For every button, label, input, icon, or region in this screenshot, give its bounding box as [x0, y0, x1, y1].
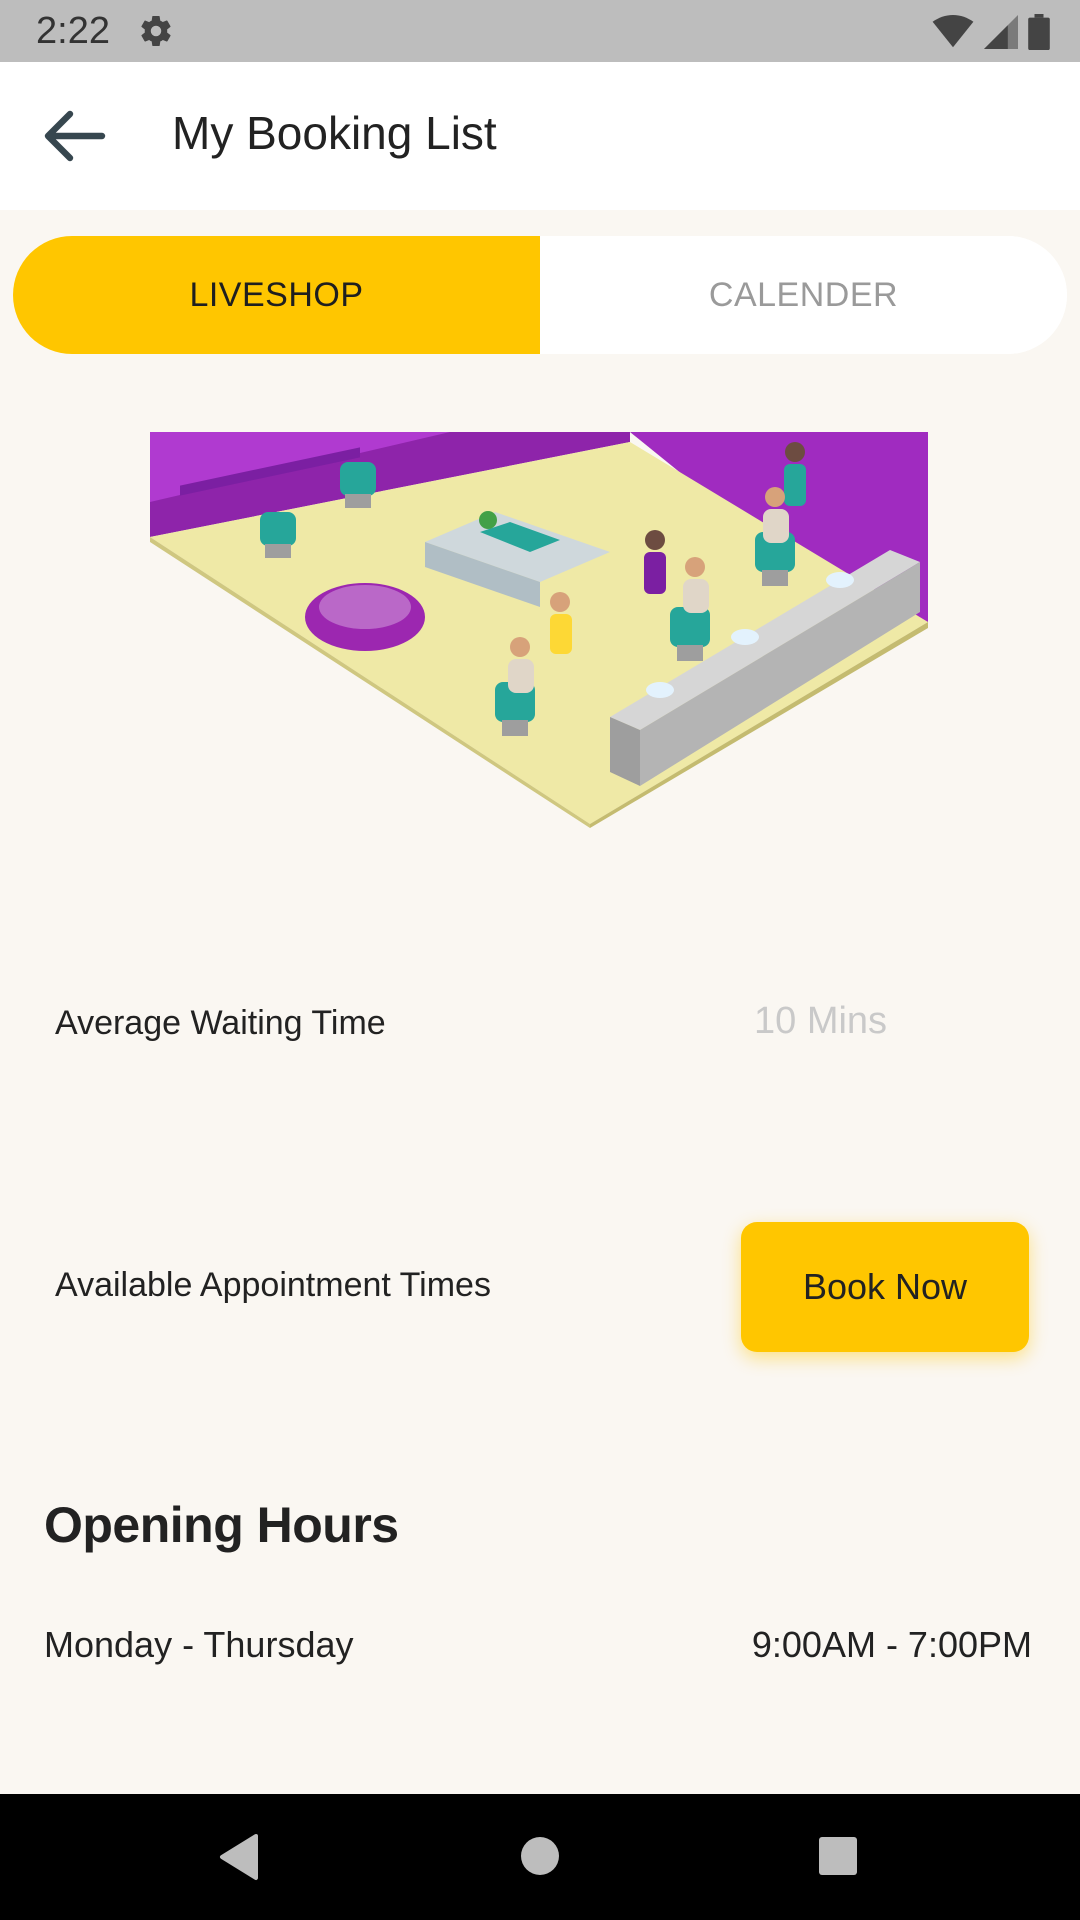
recents-square-icon[interactable] — [818, 1836, 858, 1876]
book-now-button[interactable]: Book Now — [741, 1222, 1029, 1352]
barbershop-illustration — [150, 432, 928, 828]
tab-calender[interactable]: CALENDER — [540, 236, 1067, 354]
appointment-times-label: Available Appointment Times — [55, 1266, 491, 1304]
status-icons — [932, 14, 1050, 50]
hours-days: Monday - Thursday — [44, 1624, 354, 1665]
system-nav-bar — [0, 1794, 1080, 1920]
arrow-left-icon[interactable] — [42, 108, 106, 164]
hours-time: 9:00AM - 7:00PM — [751, 1624, 1032, 1665]
page-title: My Booking List — [172, 107, 497, 159]
home-circle-icon[interactable] — [520, 1836, 560, 1876]
battery-icon — [1028, 14, 1050, 50]
opening-hours-title: Opening Hours — [44, 1497, 399, 1553]
waiting-time-label: Average Waiting Time — [55, 1004, 386, 1042]
back-triangle-icon[interactable] — [216, 1832, 260, 1882]
app-bar: My Booking List — [0, 62, 1080, 210]
waiting-time-value: 10 Mins — [754, 1000, 888, 1042]
segment-tabs: LIVESHOP CALENDER — [13, 236, 1067, 354]
tab-liveshop[interactable]: LIVESHOP — [13, 236, 540, 354]
signal-icon — [984, 15, 1018, 49]
settings-icon — [141, 16, 171, 47]
wifi-icon — [932, 15, 974, 48]
status-bar: 2:22 — [0, 0, 1080, 62]
status-time: 2:22 — [36, 10, 110, 52]
